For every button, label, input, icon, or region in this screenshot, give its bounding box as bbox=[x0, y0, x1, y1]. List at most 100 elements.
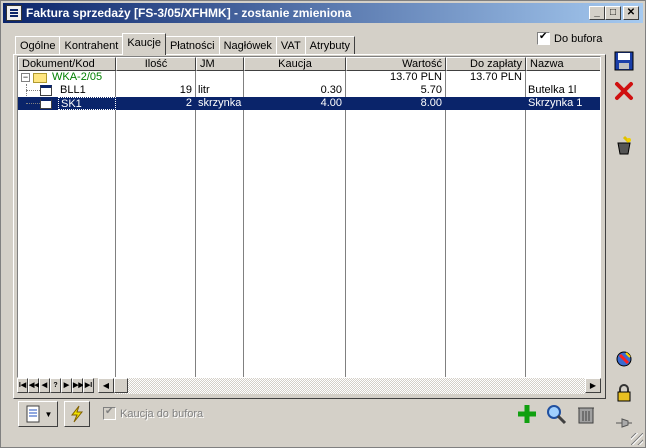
tab-atrybuty[interactable]: Atrybuty bbox=[304, 36, 356, 55]
nav-help-button[interactable]: ? bbox=[50, 378, 61, 393]
table-row[interactable]: BLL1 19 litr 0.30 5.70 Butelka 1l bbox=[18, 84, 600, 110]
quick-action-button[interactable] bbox=[64, 401, 90, 427]
floppy-disk-icon bbox=[614, 51, 634, 71]
chevron-down-icon: ▼ bbox=[44, 409, 53, 419]
tab-kontrahent[interactable]: Kontrahent bbox=[59, 36, 124, 55]
col-header-kod[interactable]: Dokument/Kod bbox=[18, 57, 116, 71]
cell-jm: skrzynka bbox=[198, 97, 242, 109]
cell-kaucja: 4.00 bbox=[320, 97, 342, 109]
tool-button[interactable] bbox=[612, 133, 636, 157]
resize-grip[interactable] bbox=[631, 433, 643, 445]
cell-kaucja bbox=[244, 71, 344, 84]
do-bufora-checkbox[interactable] bbox=[537, 31, 550, 45]
grid-navigator-bar: I◀ ◀◀ ◀ ? ▶ ▶▶ ▶I ◀ ▶ bbox=[17, 378, 601, 394]
document-list-icon bbox=[26, 405, 40, 423]
delete-button[interactable] bbox=[574, 402, 598, 426]
tab-strip: Ogólne Kontrahent Kaucje Płatności Nagłó… bbox=[15, 33, 356, 55]
cell-kod: SK1 bbox=[58, 97, 116, 110]
scroll-left-button[interactable]: ◀ bbox=[98, 378, 114, 393]
nav-next-page-button[interactable]: ▶▶ bbox=[72, 378, 84, 393]
plus-icon bbox=[518, 405, 536, 423]
tab-ogolne[interactable]: Ogólne bbox=[15, 36, 61, 55]
search-button[interactable] bbox=[544, 402, 568, 426]
item-icon bbox=[40, 98, 52, 109]
lightning-icon bbox=[70, 405, 84, 423]
do-bufora-label: Do bufora bbox=[554, 32, 603, 45]
cell-nazwa: Skrzynka 1 bbox=[528, 97, 583, 109]
horizontal-scrollbar-track[interactable] bbox=[114, 378, 585, 394]
deposits-grid[interactable]: Dokument/Kod Ilość JM Kaucja Wartość Do … bbox=[17, 56, 601, 378]
cell-jm: litr bbox=[198, 84, 210, 96]
trash-can-icon bbox=[578, 407, 594, 424]
cell-kod: BLL1 bbox=[60, 84, 86, 96]
col-header-ilosc[interactable]: Ilość bbox=[116, 57, 196, 71]
col-divider bbox=[115, 71, 116, 377]
nav-first-button[interactable]: I◀ bbox=[17, 378, 28, 393]
col-header-kaucja[interactable]: Kaucja bbox=[244, 57, 346, 71]
save-button[interactable] bbox=[612, 49, 636, 73]
cell-do-zaplaty bbox=[446, 84, 524, 97]
col-header-jm[interactable]: JM bbox=[196, 57, 244, 71]
collapse-toggle[interactable]: − bbox=[21, 73, 30, 82]
horizontal-scrollbar-thumb[interactable] bbox=[114, 378, 128, 393]
refresh-button[interactable] bbox=[612, 347, 636, 371]
padlock-icon bbox=[617, 384, 631, 402]
minimize-button[interactable]: _ bbox=[589, 6, 605, 20]
tree-line bbox=[26, 103, 40, 104]
cell-wartosc: 8.00 bbox=[420, 97, 442, 109]
kaucja-do-bufora-label: Kaucja do bufora bbox=[120, 407, 204, 420]
add-button[interactable] bbox=[515, 402, 539, 426]
cell-do-zaplaty: 13.70 PLN bbox=[470, 71, 522, 83]
col-divider bbox=[345, 71, 346, 377]
magnifier-icon bbox=[547, 405, 567, 425]
cell-wartosc: 5.70 bbox=[420, 84, 442, 96]
nav-next-button[interactable]: ▶ bbox=[61, 378, 72, 393]
item-icon bbox=[40, 85, 52, 96]
col-divider bbox=[243, 71, 244, 377]
col-header-wartosc[interactable]: Wartość bbox=[346, 57, 446, 71]
kaucja-do-bufora-option: Kaucja do bufora bbox=[103, 406, 204, 420]
tab-kaucje[interactable]: Kaucje bbox=[122, 33, 166, 55]
cell-jm bbox=[196, 71, 242, 84]
nav-prev-page-button[interactable]: ◀◀ bbox=[28, 378, 40, 393]
tree-line bbox=[26, 90, 40, 91]
table-row[interactable]: − WKA-2/05 13.70 PLN 13.70 PLN bbox=[18, 71, 600, 84]
red-x-icon bbox=[615, 82, 633, 100]
cell-kaucja: 0.30 bbox=[320, 84, 342, 96]
col-header-do-zaplaty[interactable]: Do zapłaty bbox=[446, 57, 526, 71]
cell-nazwa bbox=[526, 71, 600, 84]
col-header-nazwa[interactable]: Nazwa bbox=[526, 57, 600, 71]
tab-naglowek[interactable]: Nagłówek bbox=[218, 36, 277, 55]
cell-ilosc: 2 bbox=[185, 97, 192, 109]
scroll-right-button[interactable]: ▶ bbox=[585, 378, 601, 393]
grid-header: Dokument/Kod Ilość JM Kaucja Wartość Do … bbox=[18, 57, 600, 71]
document-icon bbox=[6, 5, 22, 21]
title-bar[interactable]: Faktura sprzedaży [FS-3/05/XFHMK] - zost… bbox=[3, 3, 643, 23]
close-button[interactable]: ✕ bbox=[623, 6, 639, 20]
window-title: Faktura sprzedaży [FS-3/05/XFHMK] - zost… bbox=[26, 6, 352, 20]
bucket-icon bbox=[617, 135, 631, 155]
maximize-button[interactable]: □ bbox=[605, 6, 621, 20]
nav-prev-button[interactable]: ◀ bbox=[39, 378, 50, 393]
invoice-window: Faktura sprzedaży [FS-3/05/XFHMK] - zost… bbox=[0, 0, 646, 448]
col-divider bbox=[195, 71, 196, 377]
lock-button[interactable] bbox=[612, 381, 636, 405]
col-divider bbox=[445, 71, 446, 377]
cell-wartosc: 13.70 PLN bbox=[390, 71, 442, 83]
col-divider bbox=[525, 71, 526, 377]
cell-do-zaplaty bbox=[446, 97, 524, 110]
cell-kod: WKA-2/05 bbox=[52, 71, 103, 83]
tab-vat[interactable]: VAT bbox=[275, 36, 306, 55]
kaucja-do-bufora-checkbox bbox=[103, 406, 116, 420]
nav-last-button[interactable]: ▶I bbox=[83, 378, 94, 393]
table-row-selected[interactable]: SK1 2 skrzynka 4.00 8.00 Skrzynka 1 bbox=[18, 97, 600, 110]
refresh-icon bbox=[616, 351, 632, 367]
pin-button[interactable] bbox=[612, 411, 636, 435]
document-dropdown-button[interactable]: ▼ bbox=[18, 401, 58, 427]
cancel-button[interactable] bbox=[612, 79, 636, 103]
tab-platnosci[interactable]: Płatności bbox=[164, 36, 220, 55]
cell-ilosc: 19 bbox=[179, 84, 192, 96]
cell-ilosc bbox=[116, 71, 194, 84]
do-bufora-option[interactable]: Do bufora bbox=[537, 31, 603, 45]
folder-icon bbox=[33, 73, 47, 83]
